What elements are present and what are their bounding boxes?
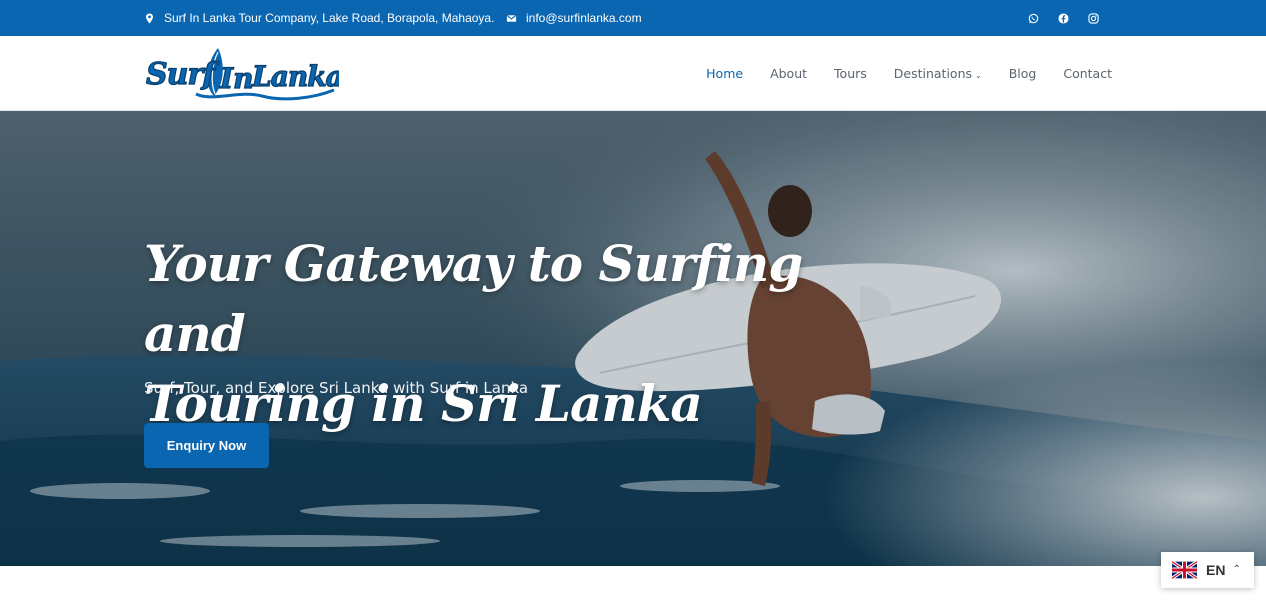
language-selector[interactable]: EN ⌃ xyxy=(1161,552,1254,588)
site-header: Surf In Lanka Home About Tours Destinati… xyxy=(0,36,1266,111)
facebook-icon[interactable] xyxy=(1056,11,1070,25)
map-pin-icon xyxy=(146,12,153,24)
svg-text:In: In xyxy=(219,62,253,95)
hero-section: Your Gateway to Surfing and Touring in S… xyxy=(0,111,1266,566)
nav-tours[interactable]: Tours xyxy=(834,66,867,81)
svg-text:Lanka: Lanka xyxy=(251,60,339,93)
whatsapp-icon[interactable] xyxy=(1026,11,1040,25)
nav-about[interactable]: About xyxy=(770,66,807,81)
chevron-up-icon: ⌃ xyxy=(1232,564,1241,575)
top-bar: Surf In Lanka Tour Company, Lake Road, B… xyxy=(0,0,1266,36)
site-logo[interactable]: Surf In Lanka xyxy=(144,46,339,102)
chevron-down-icon: ⌄ xyxy=(975,70,982,80)
hero-subtitle: Surf, Tour, and Explore Sri Lanka with S… xyxy=(144,379,529,397)
email-link[interactable]: info@surfinlanka.com xyxy=(506,0,642,36)
address-text: Surf In Lanka Tour Company, Lake Road, B… xyxy=(164,11,495,25)
svg-text:Surf: Surf xyxy=(146,57,220,92)
language-code: EN xyxy=(1206,562,1226,578)
enquiry-now-button[interactable]: Enquiry Now xyxy=(144,423,269,468)
nav-destinations[interactable]: Destinations ⌄ xyxy=(894,66,982,81)
instagram-icon[interactable] xyxy=(1086,11,1100,25)
hero-title: Your Gateway to Surfing and Touring in S… xyxy=(144,229,904,439)
hero-title-line-1: Your Gateway to Surfing and xyxy=(144,234,803,363)
nav-blog[interactable]: Blog xyxy=(1009,66,1037,81)
main-nav: Home About Tours Destinations ⌄ Blog Cont… xyxy=(679,36,1112,111)
nav-destinations-label: Destinations xyxy=(893,66,973,81)
uk-flag-icon xyxy=(1172,561,1197,579)
social-links xyxy=(1010,0,1100,36)
nav-contact[interactable]: Contact xyxy=(1063,66,1112,81)
email-text[interactable]: info@surfinlanka.com xyxy=(526,11,642,25)
envelope-icon xyxy=(506,14,517,22)
nav-home[interactable]: Home xyxy=(706,66,743,81)
address: Surf In Lanka Tour Company, Lake Road, B… xyxy=(144,0,494,36)
